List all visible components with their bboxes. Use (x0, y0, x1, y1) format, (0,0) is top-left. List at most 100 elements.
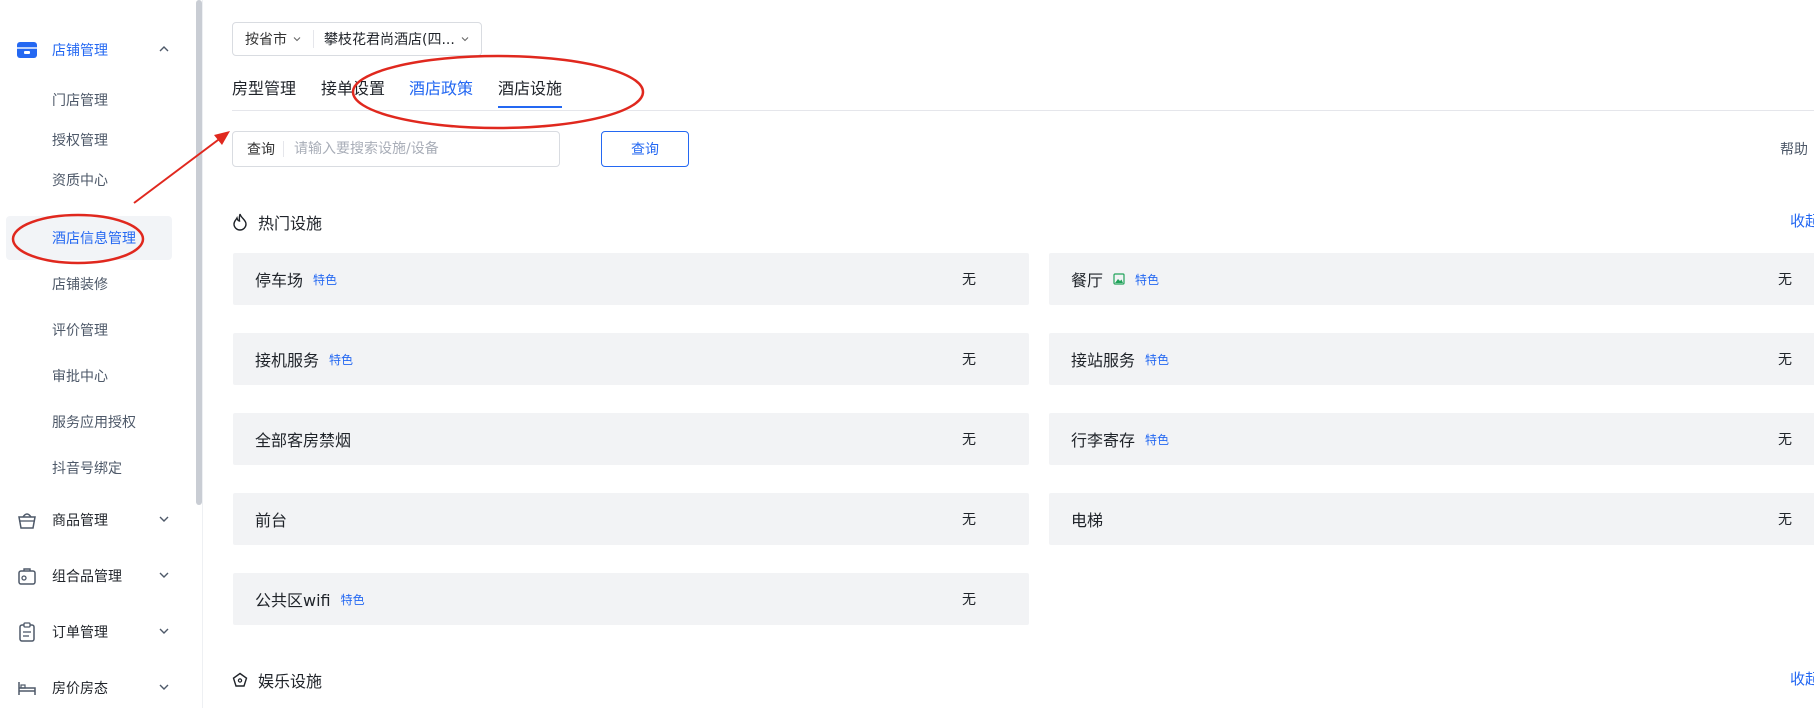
feature-tag: 特色 (1145, 432, 1170, 447)
sidebar-item-approval[interactable]: 审批中心 (6, 354, 172, 398)
sidebar-group-label: 商品管理 (52, 513, 108, 529)
chevron-down-icon (293, 37, 301, 42)
facility-card[interactable]: 停车场 特色 无 (233, 253, 1029, 305)
facility-value: 无 (962, 432, 976, 448)
sidebar-item-qualification[interactable]: 资质中心 (6, 158, 172, 202)
facility-name: 前台 (255, 511, 288, 530)
feature-tag: 特色 (340, 592, 365, 607)
bed-icon (18, 682, 36, 695)
facility-card[interactable]: 接站服务 特色 无 (1049, 333, 1814, 385)
tab-order-settings[interactable]: 接单设置 (321, 78, 385, 110)
search-input[interactable] (292, 140, 526, 158)
facility-name: 全部客房禁烟 (255, 431, 352, 450)
facility-card[interactable]: 接机服务 特色 无 (233, 333, 1029, 385)
chevron-down-icon (159, 628, 169, 634)
section-hot-facilities: 热门设施 (232, 210, 322, 234)
sidebar-group-label: 订单管理 (52, 625, 108, 641)
feature-tag: 特色 (1135, 272, 1160, 287)
combo-bag-icon (18, 568, 36, 585)
facility-card[interactable]: 前台 无 (233, 493, 1029, 545)
sidebar-item-label: 酒店信息管理 (52, 231, 136, 247)
sidebar-group-label: 店铺管理 (52, 43, 108, 59)
sidebar-item-auth-manage[interactable]: 授权管理 (6, 118, 172, 162)
sidebar-item-label: 资质中心 (52, 173, 108, 189)
store-selector[interactable]: 按省市 攀枝花君尚酒店(四... (232, 22, 482, 56)
sidebar-item-label: 门店管理 (52, 93, 108, 109)
facility-name: 餐厅 (1071, 271, 1104, 290)
section-title: 热门设施 (258, 214, 323, 233)
facility-search: 查询 (232, 131, 560, 167)
chevron-down-icon (159, 516, 169, 522)
basket-icon (18, 513, 36, 529)
sidebar-item-label: 抖音号绑定 (52, 461, 122, 477)
sidebar-item-label: 评价管理 (52, 323, 108, 339)
sidebar-group-orders[interactable]: 订单管理 (0, 612, 190, 652)
chevron-down-icon (461, 37, 469, 42)
sidebar-item-douyin-bind[interactable]: 抖音号绑定 (6, 446, 172, 490)
pentagon-icon (232, 672, 248, 687)
feature-tag: 特色 (1145, 352, 1170, 367)
tabs-divider (232, 110, 1814, 111)
facility-card[interactable]: 电梯 无 (1049, 493, 1814, 545)
facility-name: 停车场 (255, 271, 304, 290)
sidebar-group-store[interactable]: 店铺管理 (0, 30, 190, 70)
facility-name: 公共区wifi (255, 591, 331, 610)
divider (283, 141, 284, 157)
flame-icon (233, 213, 247, 231)
collapse-hot-link[interactable]: 收起 (1790, 210, 1814, 231)
facility-value: 无 (962, 592, 976, 608)
section-title: 娱乐设施 (258, 672, 323, 691)
sidebar-group-combo[interactable]: 组合品管理 (0, 556, 190, 596)
facility-value: 无 (962, 272, 976, 288)
chevron-down-icon (159, 684, 169, 690)
sidebar-divider (202, 0, 203, 708)
facility-name: 接站服务 (1071, 351, 1136, 370)
sidebar-item-store-manage[interactable]: 门店管理 (6, 78, 172, 122)
facility-card[interactable]: 餐厅 特色 无 (1049, 253, 1814, 305)
facility-card[interactable]: 全部客房禁烟 无 (233, 413, 1029, 465)
tab-room-types[interactable]: 房型管理 (232, 78, 296, 110)
sidebar: 店铺管理 门店管理 授权管理 资质中心 酒店信息管理 店铺装修 评价管理 审批中… (0, 0, 200, 708)
collapse-entertainment-link[interactable]: 收起 (1790, 668, 1814, 689)
facility-name: 接机服务 (255, 351, 320, 370)
chevron-up-icon (159, 46, 169, 52)
query-button[interactable]: 查询 (601, 131, 689, 167)
sidebar-group-label: 房价房态 (52, 681, 108, 697)
sidebar-item-hotel-info[interactable]: 酒店信息管理 (6, 216, 172, 260)
help-link[interactable]: 帮助 (1780, 139, 1808, 159)
facility-name: 行李寄存 (1071, 431, 1136, 450)
sidebar-item-reviews[interactable]: 评价管理 (6, 308, 172, 352)
chevron-down-icon (159, 572, 169, 578)
province-filter[interactable]: 按省市 (245, 29, 287, 49)
facility-value: 无 (1778, 352, 1792, 368)
sidebar-item-label: 服务应用授权 (52, 415, 136, 431)
tab-hotel-policy[interactable]: 酒店政策 (409, 78, 473, 110)
facility-card[interactable]: 行李寄存 特色 无 (1049, 413, 1814, 465)
divider (313, 30, 314, 48)
feature-tag: 特色 (313, 272, 338, 287)
sidebar-group-goods[interactable]: 商品管理 (0, 500, 190, 540)
feature-tag: 特色 (329, 352, 354, 367)
sidebar-item-label: 店铺装修 (52, 277, 108, 293)
tab-hotel-facilities[interactable]: 酒店设施 (498, 78, 563, 110)
sidebar-group-label: 组合品管理 (52, 569, 122, 585)
image-icon (1113, 273, 1125, 285)
section-entertainment: 娱乐设施 (232, 668, 322, 692)
search-prefix-label: 查询 (247, 142, 275, 158)
store-icon (17, 42, 37, 58)
sidebar-item-service-auth[interactable]: 服务应用授权 (6, 400, 172, 444)
hotel-filter[interactable]: 攀枝花君尚酒店(四... (324, 29, 455, 49)
facility-card[interactable]: 公共区wifi 特色 无 (233, 573, 1029, 625)
facility-value: 无 (1778, 432, 1792, 448)
sidebar-item-label: 审批中心 (52, 369, 108, 385)
facility-value: 无 (1778, 512, 1792, 528)
sidebar-item-label: 授权管理 (52, 133, 108, 149)
facility-name: 电梯 (1071, 511, 1104, 530)
annotation-arrow-head (214, 131, 230, 145)
sidebar-group-room-price[interactable]: 房价房态 (0, 668, 190, 708)
clipboard-icon (19, 622, 35, 642)
facility-value: 无 (962, 352, 976, 368)
facility-value: 无 (962, 512, 976, 528)
facility-value: 无 (1778, 272, 1792, 288)
sidebar-item-store-decoration[interactable]: 店铺装修 (6, 262, 172, 306)
